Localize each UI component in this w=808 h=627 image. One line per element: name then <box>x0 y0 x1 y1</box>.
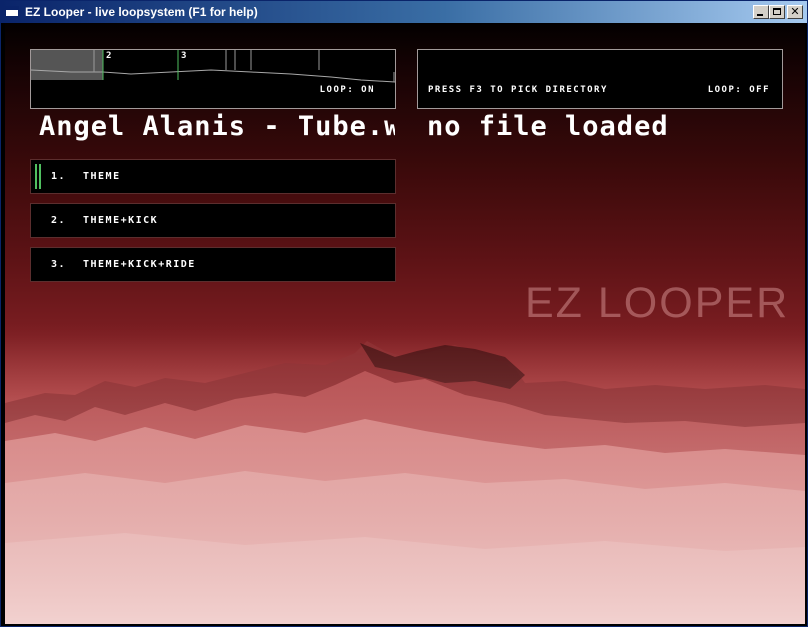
waveform-display[interactable] <box>31 50 395 108</box>
maximize-button[interactable] <box>769 5 785 19</box>
loop-item[interactable]: 1. THEME <box>30 159 396 194</box>
loop-number: 1. <box>51 171 67 182</box>
app-window-icon[interactable] <box>5 6 19 17</box>
close-icon: ✕ <box>790 5 800 18</box>
looper-canvas: 2 3 LOOP: ON PRESS F3 TO PICK DIRECTORY … <box>5 23 805 624</box>
loop-name: THEME+KICK <box>83 215 159 226</box>
cue-marker-label: 3 <box>181 51 187 61</box>
minimize-button[interactable] <box>753 5 769 19</box>
maximize-icon <box>773 8 781 15</box>
app-window: EZ Looper - live loopsystem (F1 for help… <box>0 0 808 627</box>
loop-number: 2. <box>51 215 67 226</box>
left-loop-status: LOOP: ON <box>319 85 375 95</box>
right-track-title: no file loaded <box>427 111 669 142</box>
loop-name: THEME <box>83 171 121 182</box>
active-loop-indicator-icon <box>35 164 43 189</box>
brand-logo-text: EZ LOOPER <box>525 279 790 327</box>
left-deck-panel[interactable]: 2 3 LOOP: ON <box>30 49 396 109</box>
loop-name: THEME+KICK+RIDE <box>83 259 196 270</box>
loop-number: 3. <box>51 259 67 270</box>
close-button[interactable]: ✕ <box>787 5 803 19</box>
window-title: EZ Looper - live loopsystem (F1 for help… <box>25 5 258 19</box>
mountain-background-image <box>5 323 805 624</box>
loop-item[interactable]: 2. THEME+KICK <box>30 203 396 238</box>
right-loop-status: LOOP: OFF <box>707 85 770 95</box>
title-bar[interactable]: EZ Looper - live loopsystem (F1 for help… <box>1 1 807 23</box>
cue-marker-label: 2 <box>106 51 112 61</box>
pick-directory-hint: PRESS F3 TO PICK DIRECTORY <box>428 85 608 95</box>
loop-item[interactable]: 3. THEME+KICK+RIDE <box>30 247 396 282</box>
minimize-icon <box>757 14 763 16</box>
left-track-title: Angel Alanis - Tube.wa <box>39 111 395 142</box>
right-deck-panel[interactable]: PRESS F3 TO PICK DIRECTORY LOOP: OFF <box>417 49 783 109</box>
